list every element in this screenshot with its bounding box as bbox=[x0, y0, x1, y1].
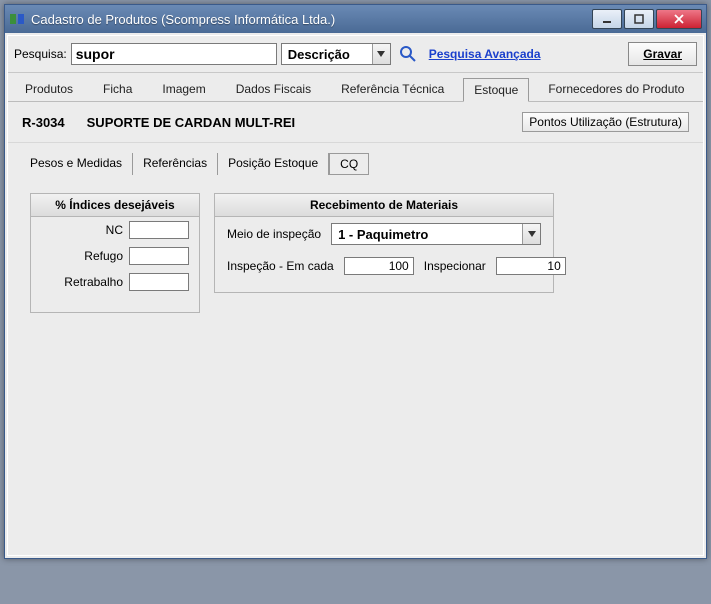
tab-imagem[interactable]: Imagem bbox=[151, 77, 216, 101]
subtab-referencias[interactable]: Referências bbox=[133, 153, 218, 175]
structure-button[interactable]: Pontos Utilização (Estrutura) bbox=[522, 112, 689, 132]
titlebar: Cadastro de Produtos (Scompress Informát… bbox=[5, 5, 706, 33]
search-type-value: Descrição bbox=[282, 47, 372, 62]
meio-inspecao-label: Meio de inspeção bbox=[227, 227, 321, 241]
chevron-down-icon bbox=[522, 224, 540, 244]
product-code: R-3034 bbox=[22, 115, 65, 130]
meio-inspecao-value: 1 - Paquimetro bbox=[332, 227, 522, 242]
emcada-input[interactable] bbox=[344, 257, 414, 275]
chevron-down-icon bbox=[372, 44, 390, 64]
emcada-label: Inspeção - Em cada bbox=[227, 259, 334, 273]
retrabalho-input[interactable] bbox=[129, 273, 189, 291]
refugo-input[interactable] bbox=[129, 247, 189, 265]
retrabalho-label: Retrabalho bbox=[64, 275, 123, 289]
recebimento-title: Recebimento de Materiais bbox=[215, 194, 553, 217]
sub-tabs: Pesos e Medidas Referências Posição Esto… bbox=[8, 143, 703, 175]
maximize-button[interactable] bbox=[624, 9, 654, 29]
app-window: Cadastro de Produtos (Scompress Informát… bbox=[4, 4, 707, 559]
tab-ficha[interactable]: Ficha bbox=[92, 77, 143, 101]
search-input[interactable] bbox=[71, 43, 277, 65]
close-button[interactable] bbox=[656, 9, 702, 29]
product-header: R-3034 SUPORTE DE CARDAN MULT-REI Pontos… bbox=[8, 102, 703, 143]
search-icon[interactable] bbox=[399, 45, 417, 63]
minimize-button[interactable] bbox=[592, 9, 622, 29]
tab-produtos[interactable]: Produtos bbox=[14, 77, 84, 101]
inspecionar-input[interactable] bbox=[496, 257, 566, 275]
refugo-label: Refugo bbox=[84, 249, 123, 263]
tab-referencia-tecnica[interactable]: Referência Técnica bbox=[330, 77, 455, 101]
indices-title: % Índices desejáveis bbox=[31, 194, 199, 217]
subtab-cq[interactable]: CQ bbox=[329, 153, 369, 175]
inspecionar-label: Inspecionar bbox=[424, 259, 486, 273]
cq-panel: % Índices desejáveis NC Refugo Retrabalh… bbox=[8, 175, 703, 555]
search-label: Pesquisa: bbox=[14, 47, 67, 61]
save-button-label: Gravar bbox=[643, 47, 682, 61]
tab-dados-fiscais[interactable]: Dados Fiscais bbox=[225, 77, 322, 101]
search-bar: Pesquisa: Descrição Pesquisa Avançada Gr… bbox=[8, 36, 703, 73]
subtab-pesos[interactable]: Pesos e Medidas bbox=[20, 153, 133, 175]
meio-inspecao-combo[interactable]: 1 - Paquimetro bbox=[331, 223, 541, 245]
app-icon bbox=[9, 11, 25, 27]
nc-input[interactable] bbox=[129, 221, 189, 239]
indices-group: % Índices desejáveis NC Refugo Retrabalh… bbox=[30, 193, 200, 313]
search-type-combo[interactable]: Descrição bbox=[281, 43, 391, 65]
client-area: Pesquisa: Descrição Pesquisa Avançada Gr… bbox=[7, 35, 704, 556]
subtab-posicao-estoque[interactable]: Posição Estoque bbox=[218, 153, 329, 175]
product-description: SUPORTE DE CARDAN MULT-REI bbox=[87, 115, 295, 130]
recebimento-group: Recebimento de Materiais Meio de inspeçã… bbox=[214, 193, 554, 293]
tab-estoque[interactable]: Estoque bbox=[463, 78, 529, 102]
save-button[interactable]: Gravar bbox=[628, 42, 697, 66]
tab-fornecedores[interactable]: Fornecedores do Produto bbox=[537, 77, 695, 101]
window-controls bbox=[592, 9, 702, 29]
main-tabs: Produtos Ficha Imagem Dados Fiscais Refe… bbox=[8, 73, 703, 102]
nc-label: NC bbox=[106, 223, 123, 237]
advanced-search-link[interactable]: Pesquisa Avançada bbox=[429, 47, 541, 61]
window-title: Cadastro de Produtos (Scompress Informát… bbox=[31, 12, 592, 27]
